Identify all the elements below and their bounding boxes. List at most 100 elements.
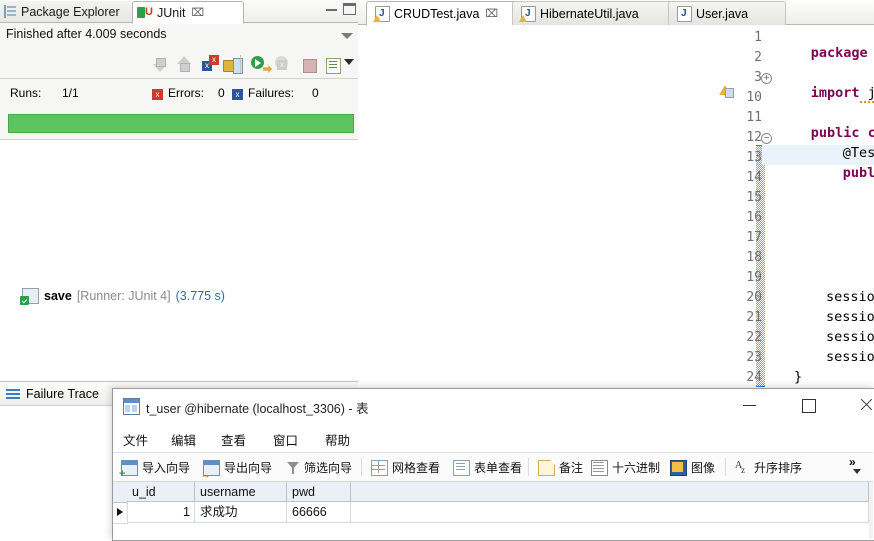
toolbar-caret-icon[interactable] (344, 59, 354, 65)
maximize-button[interactable] (785, 389, 831, 419)
next-failure-icon[interactable] (152, 55, 172, 75)
table-row[interactable]: 1 求成功 66666 (113, 502, 873, 523)
warning-overlay-icon (519, 14, 527, 23)
memo-icon (538, 459, 555, 476)
editor-code-text[interactable]: package com.cailikun; import java.util.L… (762, 25, 874, 397)
show-failures-only-icon[interactable] (200, 55, 220, 75)
close-icon[interactable]: ⌧ (485, 7, 498, 20)
cell-blank (351, 502, 869, 523)
stop-icon[interactable] (300, 55, 320, 75)
line-number: 23 (746, 350, 762, 365)
tab-junit[interactable]: JUnit ⌧ (132, 1, 244, 24)
grid-corner-cell[interactable] (113, 482, 128, 503)
failure-trace-label: Failure Trace (26, 387, 99, 401)
test-passed-icon (20, 288, 39, 305)
view-menu-caret-icon[interactable] (341, 33, 353, 39)
filter-wizard-label: 筛选向导 (304, 461, 353, 475)
form-view-button[interactable]: 表单查看 (453, 459, 522, 476)
line-number: 14 (746, 170, 762, 185)
errors-value: 0 (218, 86, 225, 100)
hex-button[interactable]: 十六进制 (591, 459, 660, 476)
test-runner: [Runner: JUnit 4] (76, 289, 171, 303)
runs-value: 1/1 (62, 86, 79, 100)
line-number: 11 (746, 110, 762, 125)
code-keyword: import (810, 85, 860, 101)
tab-package-explorer[interactable]: Package Explorer (0, 1, 143, 22)
junit-toolbar (0, 52, 358, 78)
code-text: } (794, 369, 803, 385)
view-minimize-button[interactable] (326, 6, 337, 11)
code-keyword: package (810, 45, 868, 61)
image-button[interactable]: 图像 (670, 459, 715, 476)
grid-view-icon (371, 459, 388, 476)
grid-view-button[interactable]: 网格查看 (371, 459, 440, 476)
toolbar-divider (0, 78, 358, 79)
tab-hibernateutil-java-label: HibernateUtil.java (540, 6, 639, 21)
runs-label: Runs: (10, 86, 42, 100)
hex-icon (591, 459, 608, 476)
sort-ascending-button[interactable]: 升序排序 (735, 459, 802, 476)
db-menubar: 文件 编辑 查看 窗口 帮助 (113, 423, 873, 452)
import-wizard-label: 导入向导 (142, 461, 191, 475)
line-number: 2 (754, 50, 762, 65)
test-tree-item-save[interactable]: save [Runner: JUnit 4] (3.775 s) (20, 288, 225, 305)
tab-hibernateutil-java[interactable]: HibernateUtil.java (512, 1, 680, 25)
line-number: 19 (746, 270, 762, 285)
toolbar-overflow-icon[interactable]: » (849, 455, 856, 469)
image-icon (670, 459, 687, 476)
column-header-pwd[interactable]: pwd (287, 482, 351, 502)
tab-junit-label: JUnit (157, 5, 186, 20)
rerun-test-icon[interactable] (250, 55, 270, 75)
db-toolbar: 导入向导 导出向导 筛选向导 网格查看 表单查看 备注 十六进制 (113, 453, 873, 481)
grid-vertical-scrollbar[interactable] (869, 482, 873, 539)
lock-scroll-icon[interactable] (222, 55, 243, 75)
view-maximize-button[interactable] (343, 3, 356, 15)
menu-file[interactable]: 文件 (123, 430, 148, 449)
tab-crudtest-java[interactable]: CRUDTest.java ⌧ (366, 1, 524, 26)
form-view-icon (453, 459, 470, 476)
line-number: 22 (746, 330, 762, 345)
code-text: com.cailikun; (868, 45, 874, 61)
cell-u-id[interactable]: 1 (127, 502, 195, 523)
menu-view[interactable]: 查看 (221, 430, 246, 449)
column-header-u-id[interactable]: u_id (127, 482, 195, 502)
tab-user-java[interactable]: User.java (668, 1, 786, 25)
filter-wizard-button[interactable]: 筛选向导 (285, 459, 352, 476)
db-window-title: t_user @hibernate (localhost_3306) - 表 (146, 402, 369, 416)
tab-package-explorer-label: Package Explorer (21, 4, 120, 19)
close-button[interactable] (843, 389, 874, 419)
failure-trace-icon (6, 389, 20, 400)
junit-test-tree[interactable]: save [Runner: JUnit 4] (3.775 s) 不管运行多少次… (0, 140, 358, 447)
line-number: 1 (754, 30, 762, 45)
rerun-failed-icon[interactable] (274, 55, 294, 75)
code-text: session.close(); (826, 349, 874, 365)
export-wizard-button[interactable]: 导出向导 (200, 459, 272, 481)
code-text: session.save(user); (826, 309, 874, 325)
menu-help[interactable]: 帮助 (325, 430, 350, 449)
cell-username[interactable]: 求成功 (195, 502, 287, 523)
prev-failure-icon[interactable] (176, 55, 196, 75)
cell-pwd[interactable]: 66666 (287, 502, 351, 523)
sort-ascending-icon (735, 460, 750, 475)
memo-button[interactable]: 备注 (538, 459, 583, 476)
form-view-label: 表单查看 (474, 461, 523, 475)
junit-status-text: Finished after 4.009 seconds (6, 27, 167, 41)
import-wizard-button[interactable]: 导入向导 (119, 459, 191, 480)
column-header-username[interactable]: username (195, 482, 287, 502)
menu-window[interactable]: 窗口 (273, 430, 298, 449)
line-number: 3 (754, 70, 762, 85)
data-grid[interactable]: u_id username pwd 1 求成功 66666 (113, 482, 873, 539)
minimize-button[interactable] (727, 389, 773, 419)
failures-value: 0 (312, 86, 319, 100)
close-icon[interactable]: ⌧ (191, 6, 204, 19)
line-number: 17 (746, 230, 762, 245)
editor-line-number-ruler: 1 2 3 10 11 12 13 14 15 16 17 18 19 20 2… (720, 25, 772, 405)
toolbar-overflow-caret-icon[interactable] (853, 469, 861, 474)
database-window[interactable]: t_user @hibernate (localhost_3306) - 表 文… (112, 388, 874, 541)
menu-edit[interactable]: 编辑 (171, 430, 196, 449)
view-menu-icon[interactable] (324, 55, 344, 75)
hex-label: 十六进制 (612, 461, 661, 475)
failures-icon (232, 89, 243, 100)
code-text: java.util.List; (859, 85, 874, 103)
code-text: session.beginTransaction(); (826, 289, 874, 305)
